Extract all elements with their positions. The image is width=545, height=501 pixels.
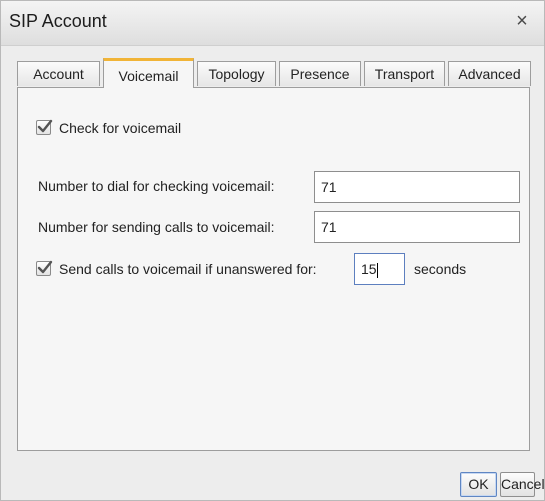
- sip-account-dialog: SIP Account × Account Voicemail Topology…: [0, 0, 545, 501]
- close-icon[interactable]: ×: [512, 10, 532, 32]
- seconds-label: seconds: [414, 261, 467, 277]
- tab-advanced[interactable]: Advanced: [448, 61, 531, 86]
- tab-presence[interactable]: Presence: [279, 61, 361, 86]
- unanswered-seconds-input[interactable]: 15: [354, 253, 405, 285]
- cancel-button[interactable]: Cancel: [500, 472, 545, 497]
- ok-button[interactable]: OK: [460, 472, 497, 497]
- checkmark-icon: [37, 260, 53, 274]
- check-for-voicemail-label: Check for voicemail: [59, 120, 182, 136]
- voicemail-panel: Check for voicemail Number to dial for c…: [17, 87, 530, 451]
- unanswered-label: Send calls to voicemail if unanswered fo…: [59, 261, 317, 277]
- text-caret: [376, 262, 378, 278]
- dial-number-label: Number to dial for checking voicemail:: [38, 178, 275, 194]
- checkmark-icon: [37, 119, 53, 133]
- send-number-input[interactable]: 71: [314, 211, 520, 243]
- tab-transport[interactable]: Transport: [364, 61, 445, 86]
- unanswered-checkbox[interactable]: [36, 260, 53, 276]
- dialog-title: SIP Account: [9, 11, 107, 31]
- tab-voicemail[interactable]: Voicemail: [103, 58, 194, 88]
- unanswered-seconds-value: 15: [361, 261, 377, 277]
- tab-account[interactable]: Account: [17, 61, 100, 86]
- title-bar[interactable]: SIP Account ×: [1, 1, 544, 46]
- dial-number-input[interactable]: 71: [314, 171, 520, 203]
- send-number-label: Number for sending calls to voicemail:: [38, 219, 275, 235]
- tab-topology[interactable]: Topology: [197, 61, 276, 86]
- tab-bar: Account Voicemail Topology Presence Tran…: [17, 58, 531, 88]
- check-for-voicemail-checkbox[interactable]: [36, 119, 53, 135]
